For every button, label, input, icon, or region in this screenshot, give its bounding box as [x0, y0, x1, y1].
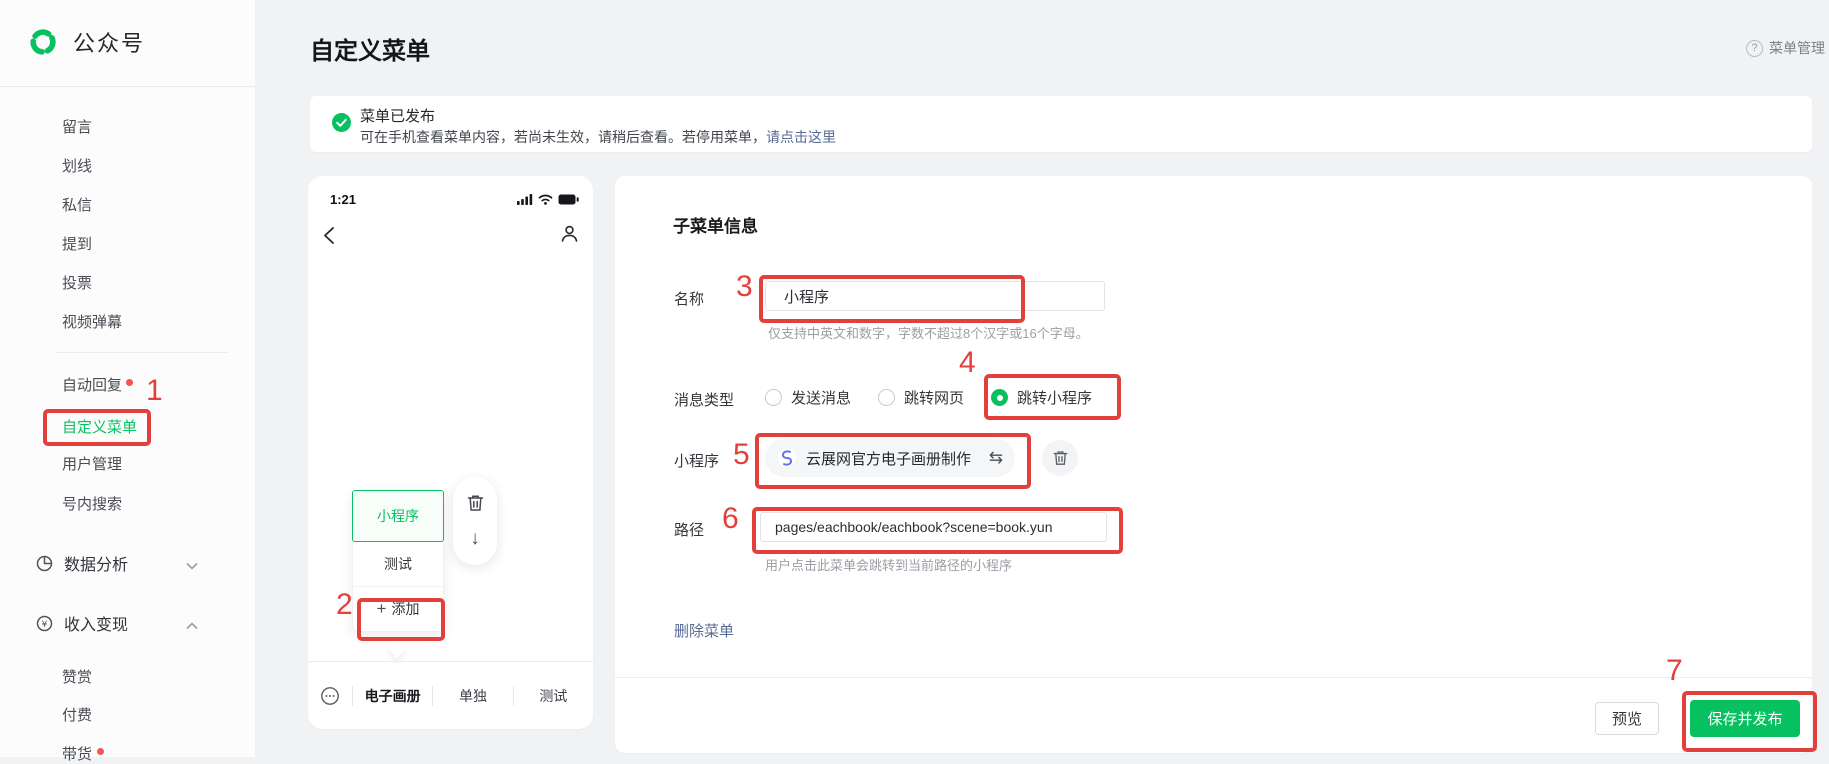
sidebar-item-paid-content[interactable]: 付费 — [62, 704, 92, 725]
miniprogram-s-icon — [777, 448, 797, 468]
check-circle-icon — [332, 113, 351, 132]
sidebar-item-private-msg[interactable]: 私信 — [62, 194, 92, 215]
msg-type-label: 消息类型 — [674, 389, 734, 410]
radio-circle-icon — [878, 389, 895, 406]
phone-clock: 1:21 — [330, 192, 356, 207]
radio-send-message[interactable]: 发送消息 — [765, 387, 851, 408]
remove-miniprogram-button[interactable] — [1042, 440, 1078, 476]
notice-title: 菜单已发布 — [360, 105, 435, 126]
sidebar-section-income[interactable]: ¥ 收入变现 — [36, 611, 128, 635]
sidebar-item-livestream-goods[interactable]: 带货 — [62, 743, 92, 764]
radio-jump-miniprogram[interactable]: 跳转小程序 — [991, 387, 1092, 408]
menu-manage-label: 菜单管理 — [1769, 38, 1825, 58]
phone-status-icons — [517, 194, 579, 205]
sidebar-item-account-search[interactable]: 号内搜索 — [62, 493, 122, 514]
delete-menu-link[interactable]: 删除菜单 — [674, 620, 734, 641]
wifi-icon — [538, 194, 553, 205]
submenu-form-panel: 子菜单信息 名称 小程序 仅支持中英文和数字，字数不超过8个汉字或16个字母。 … — [615, 176, 1812, 753]
notice-body: 可在手机查看菜单内容，若尚未生效，请稍后查看。若停用菜单，请点击这里 — [360, 127, 836, 147]
brand-header: 公众号 — [28, 26, 145, 58]
sidebar-item-custom-menu[interactable]: 自定义菜单 — [62, 416, 137, 437]
sidebar-section-label: 收入变现 — [64, 611, 128, 635]
radio-jump-webpage[interactable]: 跳转网页 — [878, 387, 964, 408]
chevron-up-icon[interactable] — [186, 617, 198, 635]
name-hint: 仅支持中英文和数字，字数不超过8个汉字或16个字母。 — [768, 323, 1089, 342]
publish-success-banner: 菜单已发布 可在手机查看菜单内容，若尚未生效，请稍后查看。若停用菜单，请点击这里 — [310, 96, 1812, 152]
money-circle-icon: ¥ — [36, 615, 53, 632]
trash-icon — [1053, 450, 1068, 466]
radio-label: 跳转小程序 — [1017, 387, 1092, 408]
back-chevron-icon[interactable] — [322, 226, 335, 250]
miniprogram-field-label: 小程序 — [674, 450, 719, 471]
sidebar-item-appreciation[interactable]: 赞赏 — [62, 666, 92, 687]
menu-bar-item-single[interactable]: 单独 — [432, 686, 512, 706]
chevron-down-icon[interactable] — [186, 557, 198, 575]
sidebar-section-data-analysis[interactable]: 数据分析 — [36, 551, 128, 575]
plus-icon: + — [377, 599, 387, 619]
path-input-value: pages/eachbook/eachbook?scene=book.yun — [775, 519, 1053, 535]
person-icon[interactable] — [560, 224, 579, 248]
sidebar-item-votes[interactable]: 投票 — [62, 272, 92, 293]
wechat-official-account-logo-icon — [28, 27, 58, 57]
submenu-tools-pill: ↓ — [453, 477, 497, 565]
popup-caret — [387, 640, 407, 660]
preview-button[interactable]: 预览 — [1595, 702, 1659, 735]
menu-manage-link[interactable]: ? 菜单管理 — [1746, 38, 1825, 58]
footer-divider — [615, 677, 1812, 678]
sidebar-item-user-management[interactable]: 用户管理 — [62, 453, 122, 474]
disable-menu-link[interactable]: 请点击这里 — [766, 129, 836, 145]
battery-icon — [558, 194, 579, 205]
move-down-arrow-icon[interactable]: ↓ — [470, 529, 480, 548]
path-input[interactable]: pages/eachbook/eachbook?scene=book.yun — [760, 512, 1107, 542]
svg-text:¥: ¥ — [42, 620, 48, 630]
miniprogram-chip[interactable]: 云展网官方电子画册制作 ⇆ — [765, 439, 1015, 477]
swap-arrows-icon[interactable]: ⇆ — [989, 448, 1003, 468]
sidebar-item-video-danmu[interactable]: 视频弹幕 — [62, 311, 122, 332]
menu-toggle-icon[interactable] — [308, 686, 352, 706]
name-input-value: 小程序 — [784, 286, 829, 307]
menu-bar-item-test[interactable]: 测试 — [513, 686, 593, 706]
sidebar-section-label: 数据分析 — [64, 551, 128, 575]
submenu-add-label: 添加 — [391, 599, 419, 619]
radio-label: 发送消息 — [791, 387, 851, 408]
radio-label: 跳转网页 — [904, 387, 964, 408]
submenu-item-miniprogram[interactable]: 小程序 — [352, 490, 444, 542]
miniprogram-name: 云展网官方电子画册制作 — [806, 448, 980, 469]
question-circle-icon: ? — [1746, 40, 1763, 57]
signal-bars-icon — [517, 194, 533, 205]
name-field-label: 名称 — [674, 288, 704, 309]
phone-menu-bar: 电子画册 单独 测试 — [308, 662, 593, 729]
pie-chart-icon — [36, 555, 53, 572]
sidebar-mid-divider — [57, 352, 229, 353]
radio-circle-icon — [765, 389, 782, 406]
path-field-label: 路径 — [674, 519, 704, 540]
notice-body-text: 可在手机查看菜单内容，若尚未生效，请稍后查看。若停用菜单， — [360, 129, 766, 145]
radio-selected-icon — [991, 389, 1008, 406]
submenu-add-button[interactable]: + 添加 — [353, 586, 443, 631]
phone-preview-panel: 1:21 小程序 测试 + 添加 ↓ — [308, 176, 593, 729]
sidebar: 公众号 留言 划线 私信 提到 投票 视频弹幕 自动回复 自定义菜单 用户管理 … — [0, 0, 255, 757]
brand-title: 公众号 — [73, 26, 145, 58]
sidebar-item-mentions[interactable]: 提到 — [62, 233, 92, 254]
red-dot-badge — [126, 379, 133, 386]
sidebar-top-divider — [0, 86, 255, 87]
save-and-publish-button[interactable]: 保存并发布 — [1690, 700, 1800, 737]
menu-bar-item-ebook[interactable]: 电子画册 — [352, 686, 432, 706]
sidebar-item-underline[interactable]: 划线 — [62, 155, 92, 176]
trash-icon[interactable] — [467, 494, 484, 512]
submenu-item-test[interactable]: 测试 — [353, 541, 443, 586]
path-hint: 用户点击此菜单会跳转到当前路径的小程序 — [765, 555, 1012, 574]
name-input[interactable]: 小程序 — [765, 281, 1105, 311]
page-title: 自定义菜单 — [310, 31, 430, 66]
red-dot-badge — [97, 748, 104, 755]
sidebar-item-auto-reply[interactable]: 自动回复 — [62, 374, 122, 395]
form-title: 子菜单信息 — [673, 212, 758, 237]
submenu-popup: 小程序 测试 + 添加 — [352, 490, 444, 632]
sidebar-item-comments[interactable]: 留言 — [62, 116, 92, 137]
